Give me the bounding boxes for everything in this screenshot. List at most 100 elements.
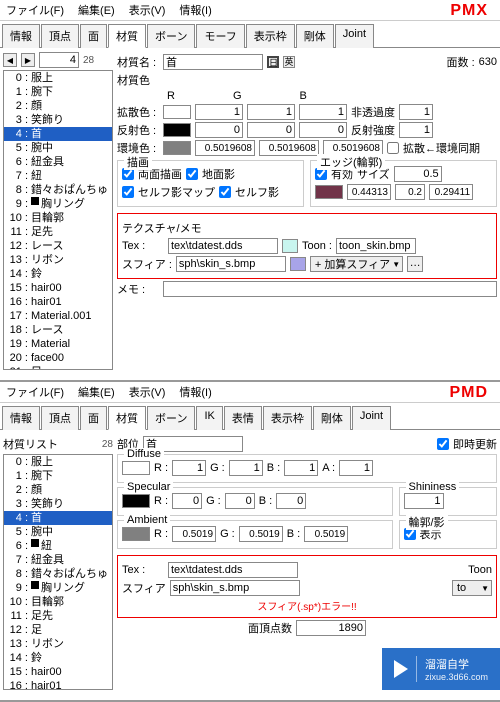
list-item[interactable]: 16 :hair01 bbox=[4, 295, 112, 309]
list-item[interactable]: 1 :腕下 bbox=[4, 469, 112, 483]
tex-preview[interactable] bbox=[282, 239, 298, 253]
tab-rigid[interactable]: 剛体 bbox=[296, 24, 334, 48]
spa-preview[interactable] bbox=[290, 257, 306, 271]
list-item[interactable]: 16 :hair01 bbox=[4, 679, 112, 690]
list-item[interactable]: 8 :錯々おぱんちゅ bbox=[4, 567, 112, 581]
pmd-diffuse-swatch[interactable] bbox=[122, 461, 150, 475]
edge-size-field[interactable] bbox=[394, 166, 442, 182]
menu-info[interactable]: 情報(I) bbox=[179, 2, 211, 18]
tab-face[interactable]: 面 bbox=[80, 24, 107, 48]
pmd-shine[interactable] bbox=[404, 493, 444, 509]
tab-rigid[interactable]: 剛体 bbox=[313, 406, 351, 430]
tab-frame[interactable]: 表示枠 bbox=[263, 406, 312, 430]
pmd-spa-field[interactable] bbox=[170, 580, 300, 596]
list-item[interactable]: 19 :Material bbox=[4, 337, 112, 351]
pmd-facecount-field[interactable] bbox=[296, 620, 366, 636]
list-item[interactable]: 3 :笑飾り bbox=[4, 113, 112, 127]
tab-vertex[interactable]: 頂点 bbox=[41, 406, 79, 430]
list-item[interactable]: 14 :鈴 bbox=[4, 651, 112, 665]
menu-view[interactable]: 表示(V) bbox=[129, 384, 166, 400]
list-item[interactable]: 13 :リボン bbox=[4, 253, 112, 267]
menu-file[interactable]: ファイル(F) bbox=[6, 2, 64, 18]
tab-expr[interactable]: 表情 bbox=[224, 406, 262, 430]
refstr-field[interactable] bbox=[399, 122, 433, 138]
pmd-spec-swatch[interactable] bbox=[122, 494, 150, 508]
pmd-toon-dropdown[interactable]: to bbox=[452, 580, 492, 596]
list-item[interactable]: 0 :服上 bbox=[4, 71, 112, 85]
lang-jp-button[interactable]: 日 bbox=[267, 56, 279, 68]
tab-info[interactable]: 情報 bbox=[2, 24, 40, 48]
menu-edit[interactable]: 編集(E) bbox=[78, 2, 115, 18]
edge-r[interactable] bbox=[347, 184, 391, 200]
list-item[interactable]: 4 :首 bbox=[4, 511, 112, 525]
tab-bone[interactable]: ボーン bbox=[147, 406, 195, 430]
instant-checkbox[interactable] bbox=[437, 438, 449, 450]
memo-field[interactable] bbox=[163, 281, 497, 297]
mat-next-button[interactable]: ▶ bbox=[21, 53, 35, 67]
list-item[interactable]: 14 :鈴 bbox=[4, 267, 112, 281]
selfmap-checkbox[interactable] bbox=[122, 186, 134, 198]
reflect-b[interactable] bbox=[299, 122, 347, 138]
list-item[interactable]: 6 :紐金具 bbox=[4, 155, 112, 169]
list-item[interactable]: 2 :顔 bbox=[4, 483, 112, 497]
envsync-checkbox[interactable] bbox=[387, 142, 399, 154]
list-item[interactable]: 12 :レース bbox=[4, 239, 112, 253]
list-item[interactable]: 5 :腕中 bbox=[4, 141, 112, 155]
list-item[interactable]: 12 :足 bbox=[4, 623, 112, 637]
list-item[interactable]: 6 :紐 bbox=[4, 539, 112, 553]
list-item[interactable]: 21 :目 bbox=[4, 365, 112, 370]
pmd-amb-b[interactable] bbox=[304, 526, 348, 542]
pmd-spec-r[interactable] bbox=[172, 493, 202, 509]
list-item[interactable]: 15 :hair00 bbox=[4, 281, 112, 295]
toon-field[interactable] bbox=[336, 238, 416, 254]
tex-field[interactable] bbox=[168, 238, 278, 254]
pmd-diffuse-b[interactable] bbox=[284, 460, 318, 476]
diffuse-g[interactable] bbox=[247, 104, 295, 120]
list-item[interactable]: 1 :腕下 bbox=[4, 85, 112, 99]
list-item[interactable]: 8 :錯々おぱんちゅ bbox=[4, 183, 112, 197]
reflect-g[interactable] bbox=[247, 122, 295, 138]
menu-info[interactable]: 情報(I) bbox=[179, 384, 211, 400]
list-item[interactable]: 3 :笑飾り bbox=[4, 497, 112, 511]
sphere-open-button[interactable]: … bbox=[407, 256, 423, 272]
tab-ik[interactable]: IK bbox=[196, 406, 222, 430]
list-item[interactable]: 7 :紐 bbox=[4, 169, 112, 183]
ambient-g[interactable] bbox=[259, 140, 319, 156]
lang-en-button[interactable]: 英 bbox=[283, 56, 295, 68]
pmd-tex-field[interactable] bbox=[168, 562, 298, 578]
matname-field[interactable] bbox=[163, 54, 263, 70]
tab-material[interactable]: 材質 bbox=[108, 406, 146, 430]
tab-frame[interactable]: 表示枠 bbox=[246, 24, 295, 48]
menu-file[interactable]: ファイル(F) bbox=[6, 384, 64, 400]
list-item[interactable]: 11 :足先 bbox=[4, 609, 112, 623]
selfshadow-checkbox[interactable] bbox=[219, 186, 231, 198]
opacity-field[interactable] bbox=[399, 104, 433, 120]
tab-info[interactable]: 情報 bbox=[2, 406, 40, 430]
pmd-material-list[interactable]: 0 :服上1 :腕下2 :顔3 :笑飾り4 :首5 :腕中6 :紐7 :紐金具8… bbox=[3, 454, 113, 690]
tab-joint[interactable]: Joint bbox=[352, 406, 391, 430]
mat-prev-button[interactable]: ◀ bbox=[3, 53, 17, 67]
list-item[interactable]: 4 :首 bbox=[4, 127, 112, 141]
tab-morph[interactable]: モーフ bbox=[196, 24, 244, 48]
diffuse-swatch[interactable] bbox=[163, 105, 191, 119]
pmx-material-list[interactable]: 0 :服上1 :腕下2 :顔3 :笑飾り4 :首5 :腕中6 :紐金具7 :紐8… bbox=[3, 70, 113, 370]
list-item[interactable]: 9 :胸リング bbox=[4, 197, 112, 211]
list-item[interactable]: 7 :紐金具 bbox=[4, 553, 112, 567]
list-item[interactable]: 20 :face00 bbox=[4, 351, 112, 365]
menu-view[interactable]: 表示(V) bbox=[129, 2, 166, 18]
list-item[interactable]: 13 :リボン bbox=[4, 637, 112, 651]
pmd-diffuse-a[interactable] bbox=[339, 460, 373, 476]
tab-face[interactable]: 面 bbox=[80, 406, 107, 430]
edge-g[interactable] bbox=[395, 184, 425, 200]
diffuse-r[interactable] bbox=[195, 104, 243, 120]
sphere-mode-dropdown[interactable]: + 加算スフィア bbox=[310, 256, 403, 272]
edge-b[interactable] bbox=[429, 184, 473, 200]
pmd-spec-g[interactable] bbox=[225, 493, 255, 509]
list-item[interactable]: 10 :目輪郭 bbox=[4, 595, 112, 609]
list-item[interactable]: 5 :腕中 bbox=[4, 525, 112, 539]
pmd-diffuse-r[interactable] bbox=[172, 460, 206, 476]
list-item[interactable]: 11 :足先 bbox=[4, 225, 112, 239]
pmd-amb-r[interactable] bbox=[172, 526, 216, 542]
pmd-amb-g[interactable] bbox=[239, 526, 283, 542]
spa-field[interactable] bbox=[176, 256, 286, 272]
